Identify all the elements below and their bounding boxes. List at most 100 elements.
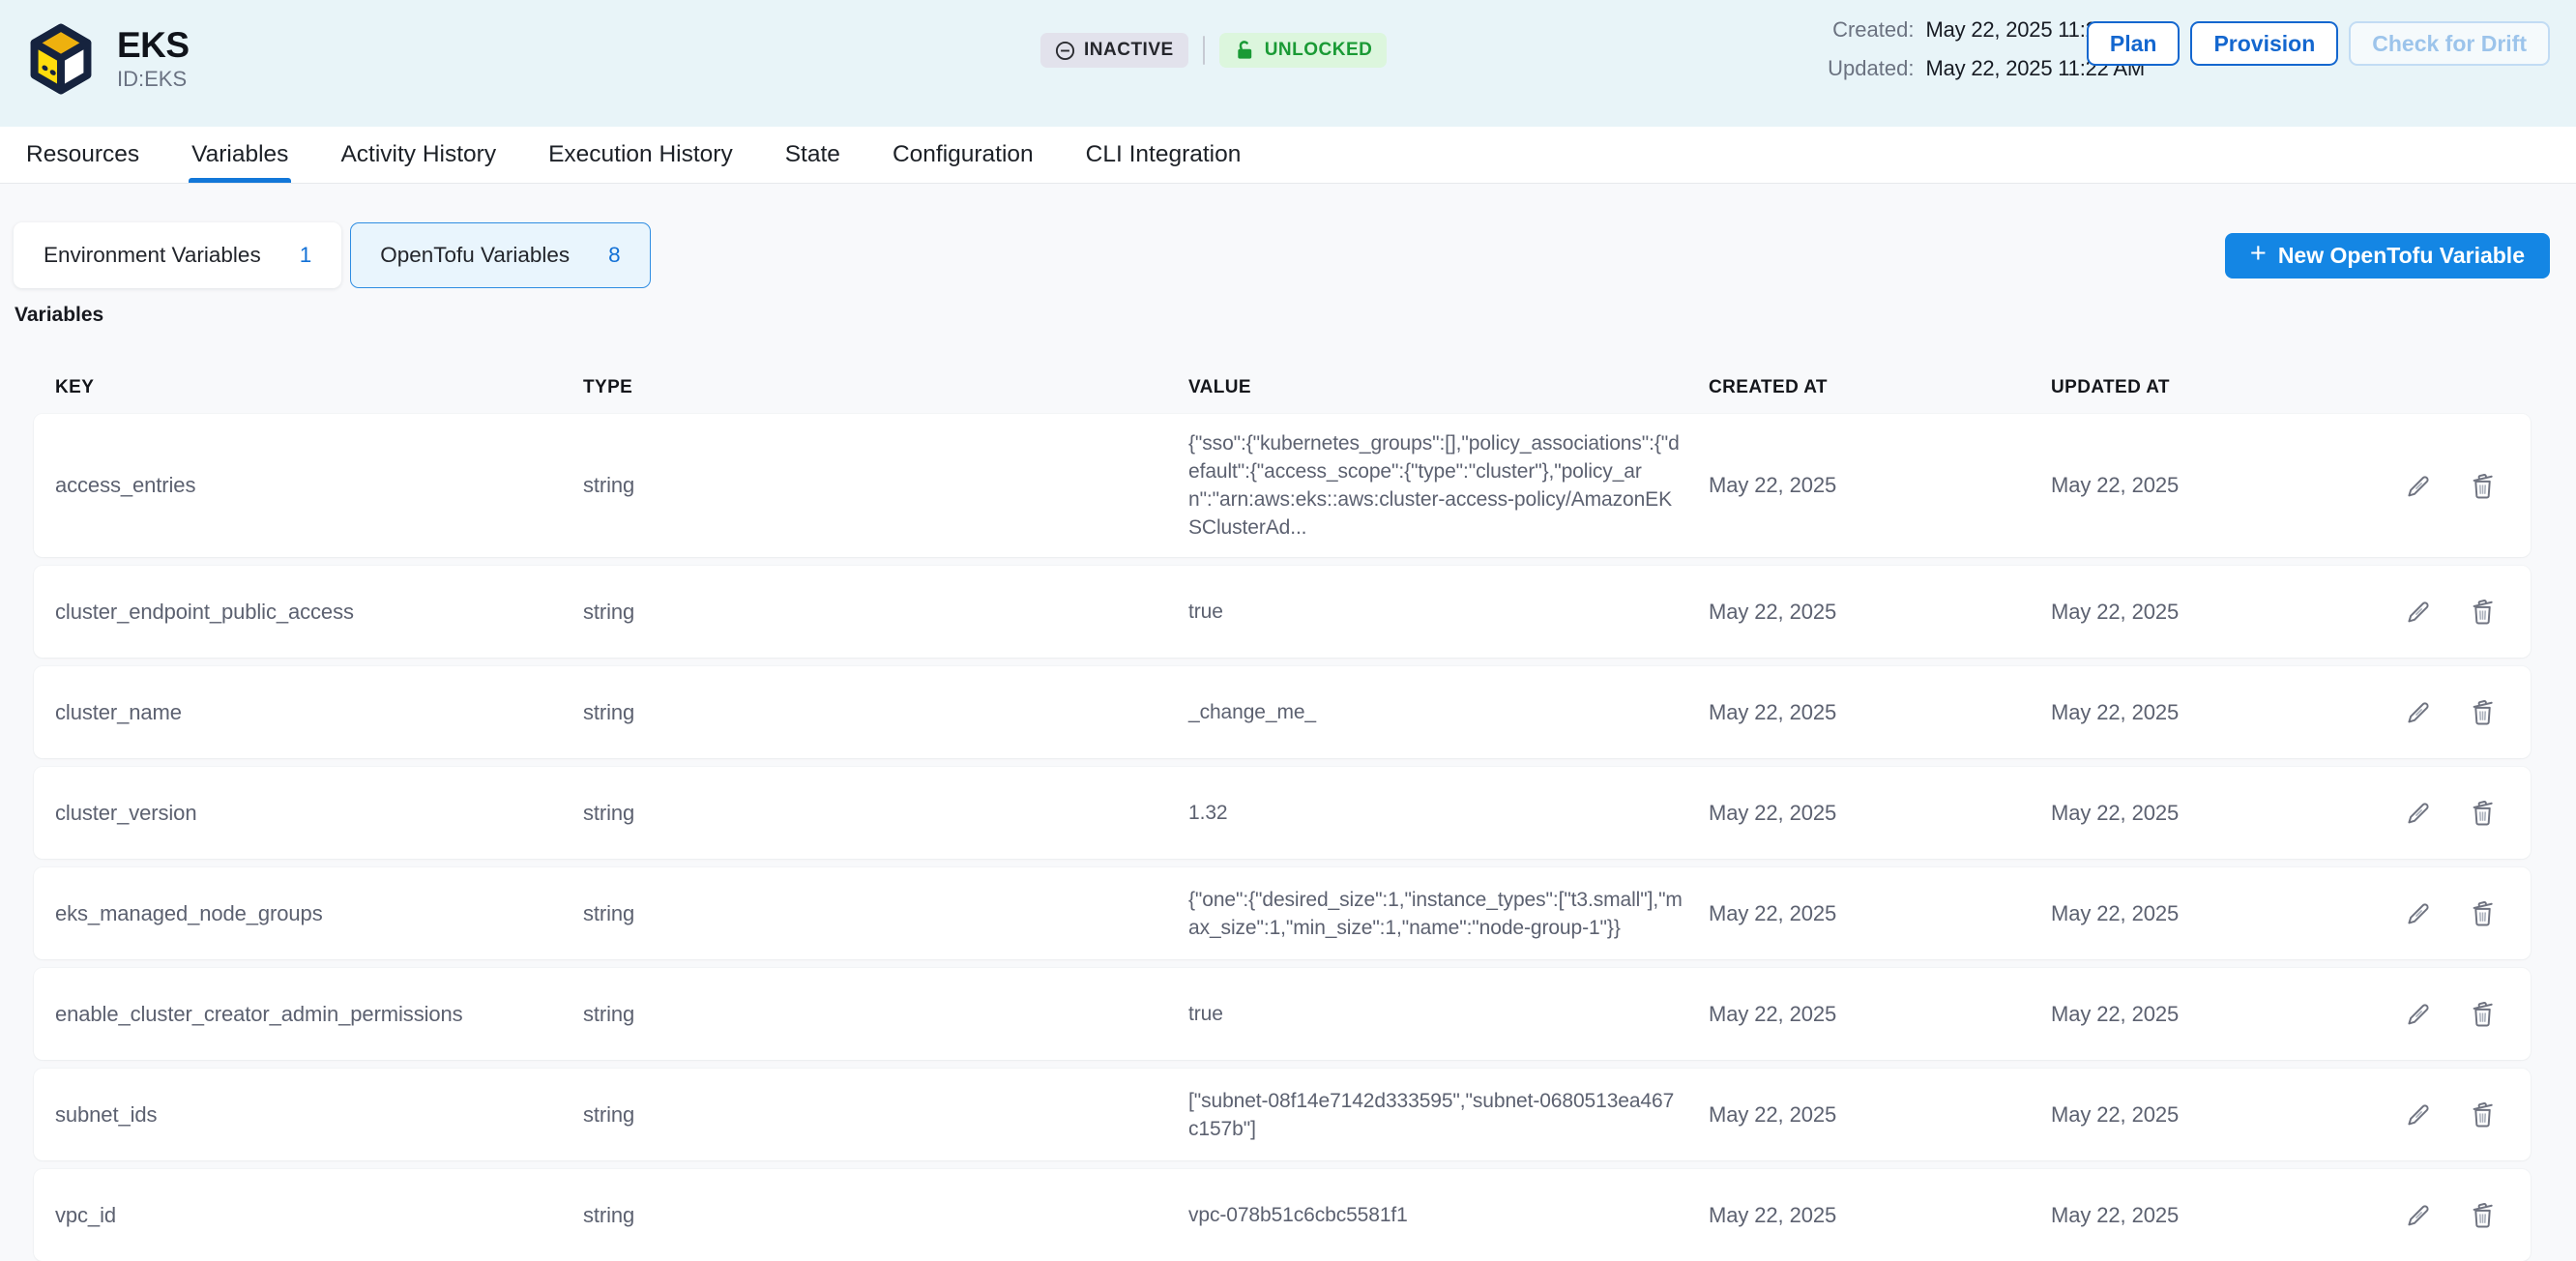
delete-variable-button[interactable]	[2468, 597, 2498, 627]
provision-button[interactable]: Provision	[2190, 21, 2338, 66]
variable-created-at: May 22, 2025	[1709, 600, 2051, 625]
variable-updated-at: May 22, 2025	[2051, 1203, 2374, 1228]
opentofu-variables-count: 8	[608, 243, 621, 268]
status-badge-label: INACTIVE	[1084, 40, 1174, 61]
edit-variable-button[interactable]	[2403, 999, 2433, 1029]
edit-variable-button[interactable]	[2403, 898, 2433, 928]
edit-variable-button[interactable]	[2403, 597, 2433, 627]
environment-variables-count: 1	[300, 243, 312, 268]
row-actions	[2403, 1100, 2509, 1129]
variable-value: true	[1188, 598, 1706, 626]
row-actions	[2403, 697, 2509, 727]
tab-activity-history[interactable]: Activity History	[314, 127, 522, 183]
edit-variable-button[interactable]	[2403, 798, 2433, 828]
created-label: Created:	[1828, 17, 1914, 43]
variable-key: cluster_endpoint_public_access	[55, 600, 583, 625]
main-content: Environment Variables 1 OpenTofu Variabl…	[0, 222, 2576, 1261]
subtab-opentofu-variables[interactable]: OpenTofu Variables 8	[350, 222, 650, 288]
check-for-drift-button[interactable]: Check for Drift	[2349, 21, 2550, 66]
pencil-icon	[2403, 697, 2433, 727]
tab-variables[interactable]: Variables	[165, 127, 314, 183]
delete-variable-button[interactable]	[2468, 697, 2498, 727]
delete-variable-button[interactable]	[2468, 999, 2498, 1029]
variable-type: string	[583, 1002, 1188, 1027]
table-row: subnet_ids string ["subnet-08f14e7142d33…	[34, 1069, 2531, 1160]
tab-bar: Resources Variables Activity History Exe…	[0, 127, 2576, 184]
opentofu-cube-icon	[26, 21, 96, 97]
unlocked-icon	[1234, 40, 1256, 62]
status-badges: INACTIVE UNLOCKED	[1040, 33, 1387, 68]
edit-variable-button[interactable]	[2403, 471, 2433, 501]
edit-variable-button[interactable]	[2403, 1200, 2433, 1230]
table-row: eks_managed_node_groups string {"one":{"…	[34, 867, 2531, 959]
trash-icon	[2468, 1200, 2498, 1230]
variable-type: string	[583, 1203, 1188, 1228]
row-actions	[2403, 798, 2509, 828]
tab-state[interactable]: State	[759, 127, 866, 183]
column-header-value: VALUE	[1188, 377, 1709, 398]
opentofu-logo	[26, 21, 96, 102]
subtab-environment-variables[interactable]: Environment Variables 1	[14, 222, 341, 288]
variable-created-at: May 22, 2025	[1709, 1102, 2051, 1128]
new-opentofu-variable-button[interactable]: + New OpenTofu Variable	[2225, 233, 2550, 279]
row-actions	[2403, 1200, 2509, 1230]
pencil-icon	[2403, 898, 2433, 928]
subtab-environment-variables-label: Environment Variables	[44, 243, 261, 268]
tab-execution-history[interactable]: Execution History	[522, 127, 759, 183]
app-root: EKS ID:EKS INACTIVE UNLOCKED Create	[0, 0, 2576, 1261]
variable-updated-at: May 22, 2025	[2051, 1102, 2374, 1128]
variable-type: string	[583, 600, 1188, 625]
table-row: cluster_endpoint_public_access string tr…	[34, 566, 2531, 658]
row-actions	[2403, 999, 2509, 1029]
plus-icon: +	[2250, 240, 2267, 268]
variable-created-at: May 22, 2025	[1709, 1002, 2051, 1027]
delete-variable-button[interactable]	[2468, 898, 2498, 928]
tab-configuration[interactable]: Configuration	[866, 127, 1060, 183]
variable-updated-at: May 22, 2025	[2051, 700, 2374, 725]
circle-minus-icon	[1055, 41, 1075, 61]
variable-updated-at: May 22, 2025	[2051, 801, 2374, 826]
subtab-opentofu-variables-label: OpenTofu Variables	[380, 243, 570, 268]
table-row: enable_cluster_creator_admin_permissions…	[34, 968, 2531, 1060]
variable-type: string	[583, 901, 1188, 926]
header-actions: Plan Provision Check for Drift	[2087, 21, 2550, 66]
trash-icon	[2468, 597, 2498, 627]
pencil-icon	[2403, 999, 2433, 1029]
delete-variable-button[interactable]	[2468, 1100, 2498, 1129]
edit-variable-button[interactable]	[2403, 1100, 2433, 1129]
delete-variable-button[interactable]	[2468, 1200, 2498, 1230]
column-header-key: KEY	[55, 377, 583, 398]
variable-key: subnet_ids	[55, 1102, 583, 1128]
column-header-created-at: CREATED AT	[1709, 377, 2051, 398]
table-row: cluster_name string _change_me_ May 22, …	[34, 666, 2531, 758]
pencil-icon	[2403, 1100, 2433, 1129]
trash-icon	[2468, 1100, 2498, 1129]
tab-cli-integration[interactable]: CLI Integration	[1060, 127, 1268, 183]
pencil-icon	[2403, 1200, 2433, 1230]
delete-variable-button[interactable]	[2468, 471, 2498, 501]
variable-value: vpc-078b51c6cbc5581f1	[1188, 1201, 1706, 1229]
status-badge: INACTIVE	[1040, 33, 1188, 68]
pencil-icon	[2403, 798, 2433, 828]
section-title: Variables	[15, 304, 2550, 327]
tab-resources[interactable]: Resources	[0, 127, 165, 183]
variable-type: string	[583, 1102, 1188, 1128]
variable-key: cluster_name	[55, 700, 583, 725]
table-row: cluster_version string 1.32 May 22, 2025…	[34, 767, 2531, 859]
new-opentofu-variable-label: New OpenTofu Variable	[2278, 243, 2525, 269]
variable-created-at: May 22, 2025	[1709, 473, 2051, 498]
variable-value: 1.32	[1188, 799, 1706, 827]
variable-updated-at: May 22, 2025	[2051, 1002, 2374, 1027]
variable-updated-at: May 22, 2025	[2051, 600, 2374, 625]
delete-variable-button[interactable]	[2468, 798, 2498, 828]
plan-button[interactable]: Plan	[2087, 21, 2181, 66]
variable-value: {"one":{"desired_size":1,"instance_types…	[1188, 886, 1706, 942]
variable-updated-at: May 22, 2025	[2051, 901, 2374, 926]
title-block: EKS ID:EKS	[117, 27, 190, 93]
variable-key: enable_cluster_creator_admin_permissions	[55, 1002, 583, 1027]
trash-icon	[2468, 898, 2498, 928]
row-actions	[2403, 898, 2509, 928]
edit-variable-button[interactable]	[2403, 697, 2433, 727]
table-header-row: KEY TYPE VALUE CREATED AT UPDATED AT	[34, 362, 2531, 414]
lock-badge: UNLOCKED	[1219, 33, 1388, 68]
